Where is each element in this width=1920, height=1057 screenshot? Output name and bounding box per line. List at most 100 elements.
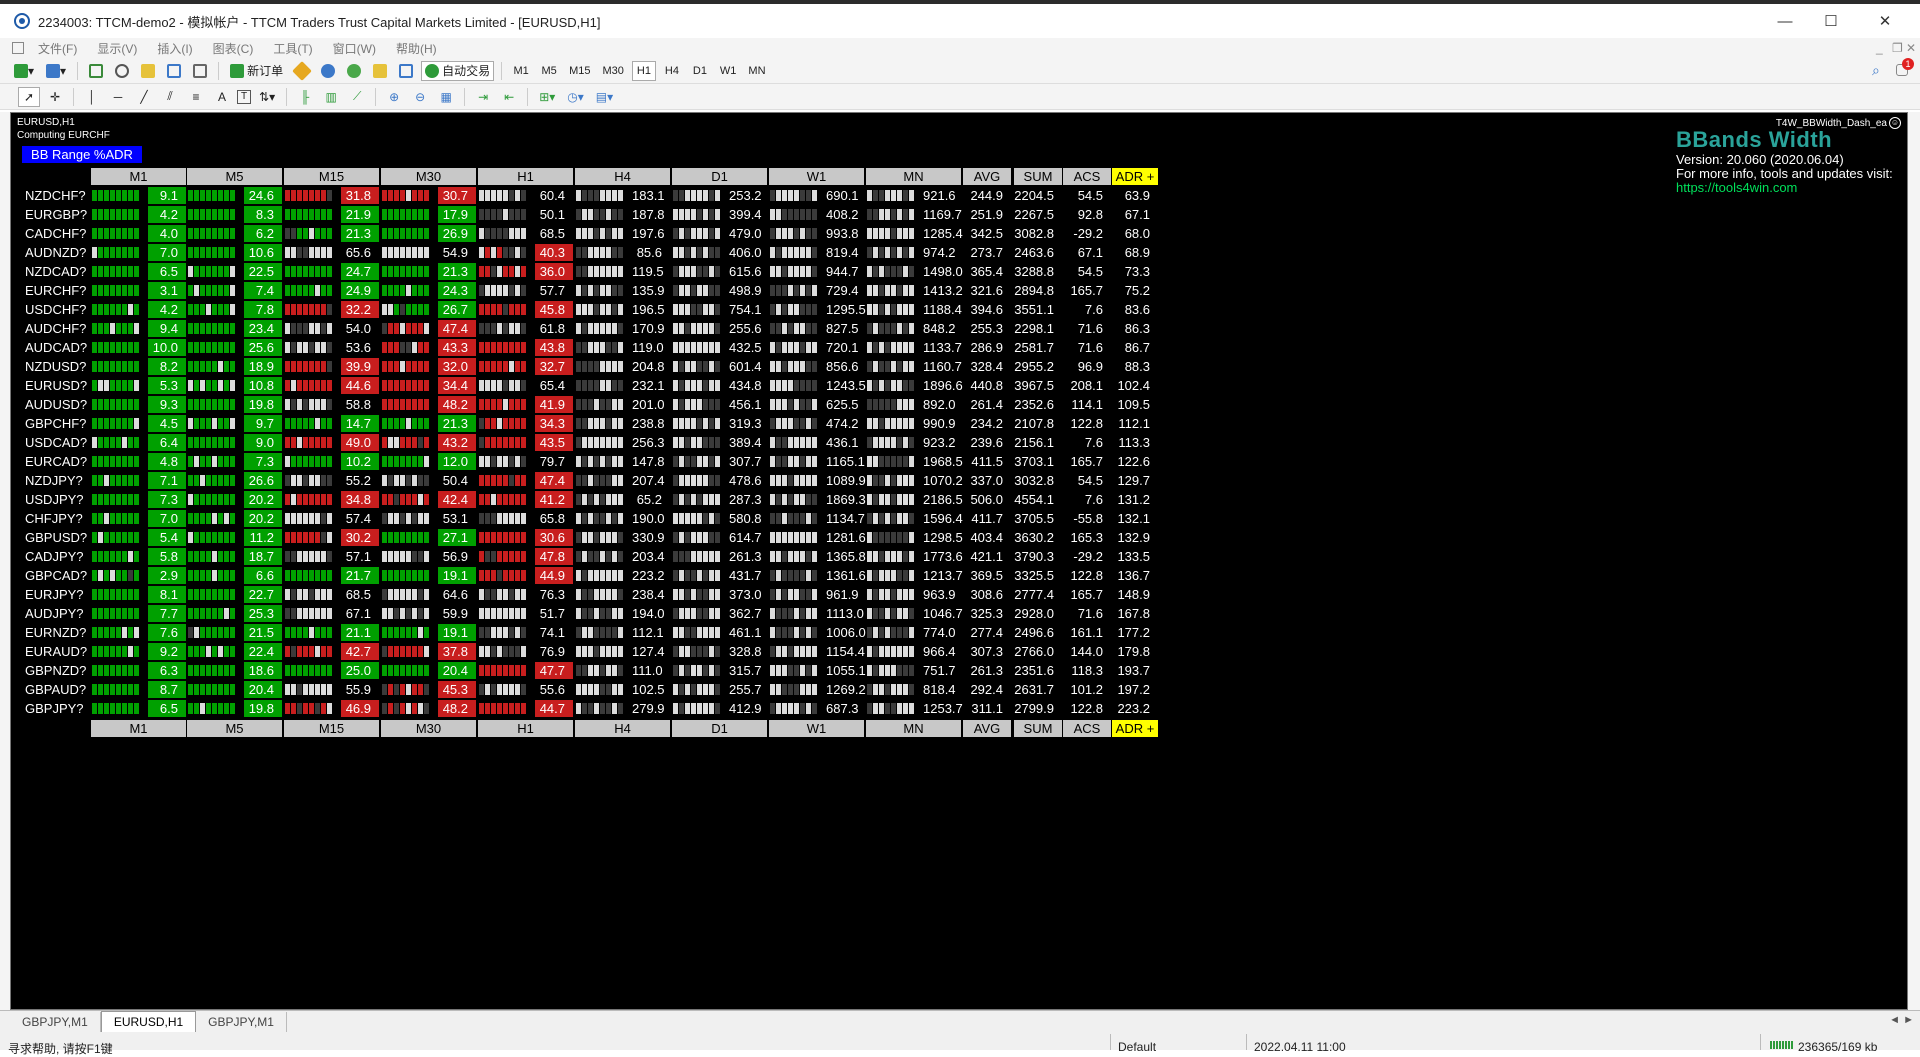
vps-button[interactable] (369, 61, 391, 81)
bottom-header-m1[interactable]: M1 (91, 720, 186, 737)
bottom-header-acs[interactable]: ACS (1063, 720, 1111, 737)
zoom-in-button[interactable]: ⊕ (383, 87, 405, 107)
pair-label[interactable]: GBPJPY? (25, 700, 85, 717)
pair-label[interactable]: EURCHF? (25, 282, 86, 299)
top-header-m1[interactable]: M1 (91, 168, 186, 185)
top-header-avg[interactable]: AVG (963, 168, 1011, 185)
bottom-header-w1[interactable]: W1 (769, 720, 864, 737)
pair-label[interactable]: NZDUSD? (25, 358, 86, 375)
bottom-header-adr[interactable]: ADR + (1112, 720, 1158, 737)
tester-button[interactable] (189, 61, 211, 81)
indicators-button[interactable]: ⊞▾ (535, 87, 559, 107)
top-header-m5[interactable]: M5 (187, 168, 282, 185)
pair-label[interactable]: USDCHF? (25, 301, 86, 318)
bottom-header-m15[interactable]: M15 (284, 720, 379, 737)
menu-charts[interactable]: 图表(C) (203, 40, 264, 57)
minimize-button[interactable]: — (1762, 4, 1808, 38)
pair-label[interactable]: GBPCHF? (25, 415, 86, 432)
trendline-tool[interactable]: ╱ (133, 87, 155, 107)
menu-help[interactable]: 帮助(H) (386, 40, 447, 57)
chart-shift-button[interactable]: ⇤ (498, 87, 520, 107)
top-header-m30[interactable]: M30 (381, 168, 476, 185)
text-label-tool[interactable]: T (237, 89, 252, 104)
pair-label[interactable]: NZDJPY? (25, 472, 85, 489)
bb-range-badge[interactable]: BB Range %ADR (22, 146, 142, 163)
bottom-header-sum[interactable]: SUM (1014, 720, 1062, 737)
tile-windows-button[interactable]: ▦ (435, 87, 457, 107)
doc-restore-button[interactable]: ❐ (1892, 41, 1903, 55)
top-header-acs[interactable]: ACS (1063, 168, 1111, 185)
templates-button[interactable]: ▤▾ (592, 87, 617, 107)
doc-close-button[interactable]: ✕ (1906, 41, 1916, 55)
search-icon[interactable]: ⌕ (1872, 62, 1880, 79)
brand-link[interactable]: https://tools4win.com (1676, 181, 1893, 195)
tab-scroll-arrows[interactable]: ◄ ► (1889, 1014, 1914, 1026)
channel-tool[interactable]: ⫽ (159, 87, 181, 107)
pair-label[interactable]: AUDNZD? (25, 244, 86, 261)
top-header-d1[interactable]: D1 (672, 168, 767, 185)
bottom-header-h4[interactable]: H4 (575, 720, 670, 737)
timeframe-d1[interactable]: D1 (688, 61, 712, 81)
bottom-header-m30[interactable]: M30 (381, 720, 476, 737)
close-button[interactable]: ✕ (1862, 4, 1908, 38)
pair-label[interactable]: CHFJPY? (25, 510, 85, 527)
bottom-header-m5[interactable]: M5 (187, 720, 282, 737)
pair-label[interactable]: NZDCAD? (25, 263, 86, 280)
notifications-button[interactable]: 1 (1896, 58, 1914, 78)
bottom-header-d1[interactable]: D1 (672, 720, 767, 737)
menu-view[interactable]: 显示(V) (87, 40, 147, 57)
top-header-h1[interactable]: H1 (478, 168, 573, 185)
line-chart-button[interactable]: ⟋ (346, 87, 368, 107)
timeframe-m30[interactable]: M30 (599, 61, 628, 81)
text-tool[interactable]: A (211, 87, 233, 107)
navigator-button[interactable] (137, 61, 159, 81)
pair-label[interactable]: USDJPY? (25, 491, 85, 508)
pair-label[interactable]: EURJPY? (25, 586, 85, 603)
pair-label[interactable]: CADCHF? (25, 225, 86, 242)
crosshair-tool[interactable]: ✛ (44, 87, 66, 107)
data-window-button[interactable] (111, 61, 133, 81)
candlestick-button[interactable]: ▥ (320, 87, 342, 107)
pair-label[interactable]: EURNZD? (25, 624, 86, 641)
market-button[interactable] (343, 61, 365, 81)
bottom-header-h1[interactable]: H1 (478, 720, 573, 737)
chart-window[interactable]: EURUSD,H1 Computing EURCHF T4W_BBWidth_D… (10, 112, 1908, 1010)
top-header-mn[interactable]: MN (866, 168, 961, 185)
pair-label[interactable]: GBPNZD? (25, 662, 86, 679)
signals-button[interactable] (317, 61, 339, 81)
market-watch-button[interactable] (85, 61, 107, 81)
pair-label[interactable]: GBPCAD? (25, 567, 87, 584)
bottom-header-avg[interactable]: AVG (963, 720, 1011, 737)
pair-label[interactable]: GBPAUD? (25, 681, 86, 698)
doc-minimize-button[interactable]: _ (1876, 41, 1883, 55)
timeframe-m5[interactable]: M5 (537, 61, 561, 81)
pair-label[interactable]: AUDCAD? (25, 339, 87, 356)
pair-label[interactable]: EURCAD? (25, 453, 87, 470)
horizontal-line-tool[interactable]: ─ (107, 87, 129, 107)
zoom-out-button[interactable]: ⊖ (409, 87, 431, 107)
bar-chart-button[interactable]: ╟ (294, 87, 316, 107)
profiles-button[interactable]: ▾ (42, 61, 70, 81)
timeframe-m15[interactable]: M15 (565, 61, 594, 81)
menu-window[interactable]: 窗口(W) (323, 40, 386, 57)
pair-label[interactable]: GBPUSD? (25, 529, 87, 546)
pair-label[interactable]: USDCAD? (25, 434, 87, 451)
tab-eurusd-h1[interactable]: EURUSD,H1 (100, 1011, 197, 1032)
periods-button[interactable]: ◷▾ (563, 87, 588, 107)
timeframe-mn[interactable]: MN (744, 61, 769, 81)
timeframe-w1[interactable]: W1 (716, 61, 741, 81)
terminal-button[interactable] (163, 61, 185, 81)
pair-label[interactable]: AUDCHF? (25, 320, 86, 337)
pair-label[interactable]: EURGBP? (25, 206, 87, 223)
timeframe-h4[interactable]: H4 (660, 61, 684, 81)
new-order-button[interactable]: 新订单 (226, 61, 287, 81)
options-button[interactable] (395, 61, 417, 81)
top-header-h4[interactable]: H4 (575, 168, 670, 185)
timeframe-m1[interactable]: M1 (509, 61, 533, 81)
pair-label[interactable]: AUDUSD? (25, 396, 87, 413)
metaeditor-button[interactable] (291, 60, 313, 81)
new-chart-button[interactable]: ▾ (10, 61, 38, 81)
cursor-tool[interactable]: ➚ (18, 86, 40, 107)
fibonacci-tool[interactable]: ≡ (185, 87, 207, 107)
pair-label[interactable]: AUDJPY? (25, 605, 85, 622)
